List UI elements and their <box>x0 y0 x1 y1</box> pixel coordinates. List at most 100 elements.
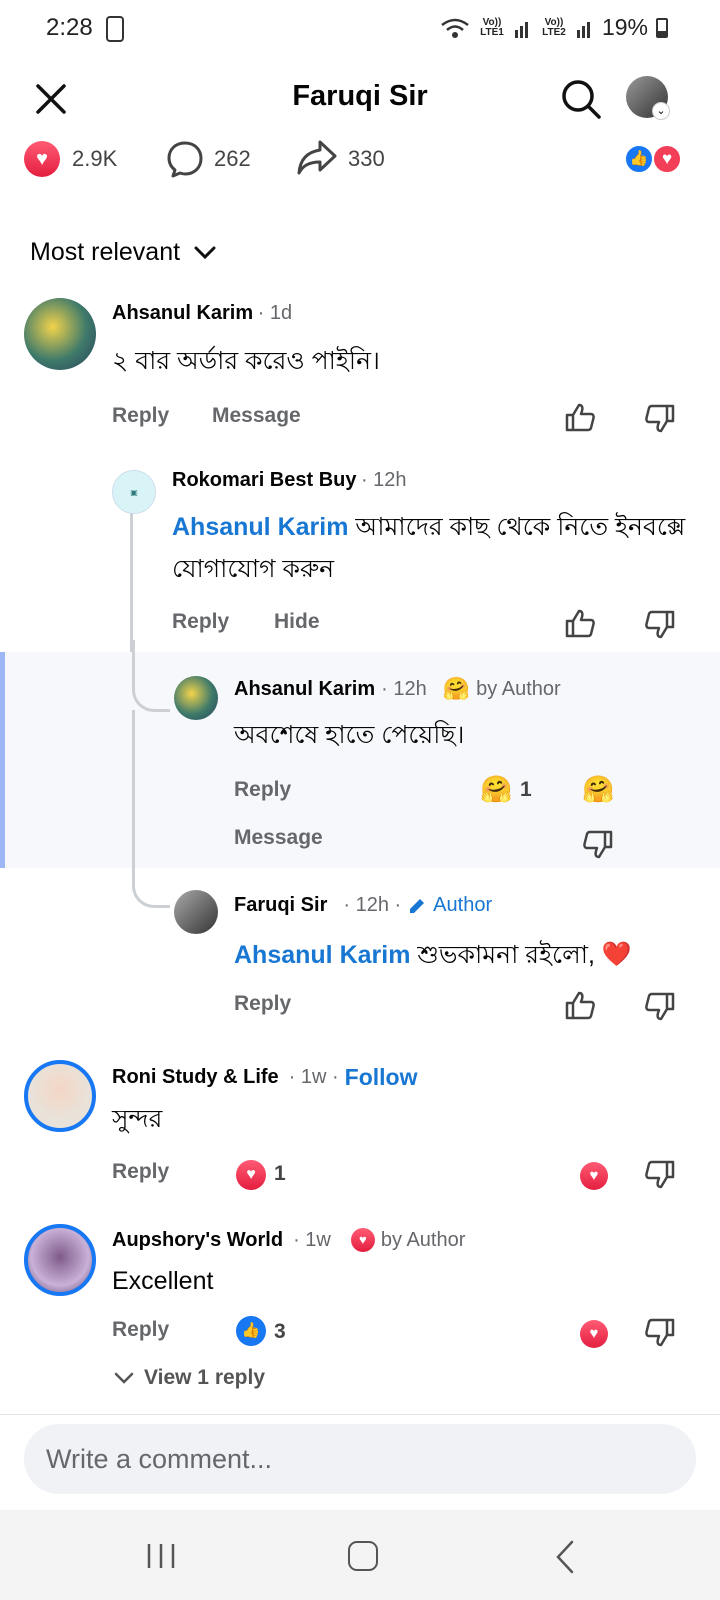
page-title: Faruqi Sir <box>292 80 428 112</box>
comment-body: শুভকামনা রইলো, <box>410 941 602 969</box>
comment-time: · 1w · <box>288 1066 339 1088</box>
avatar[interactable] <box>24 298 96 370</box>
comment-time: · 12h <box>381 677 427 700</box>
comment-author[interactable]: Ahsanul Karim <box>234 678 375 701</box>
divider <box>0 1414 720 1415</box>
author-badge: Author <box>433 894 493 916</box>
comment-header: Roni Study & Life · 1w · Follow <box>112 1064 418 1091</box>
avatar[interactable] <box>174 676 218 720</box>
avatar[interactable] <box>174 890 218 934</box>
battery-percent: 19% <box>601 14 648 40</box>
comment-text: অবশেষে হাতে পেয়েছি। <box>234 721 465 749</box>
reaction-count[interactable]: 1 <box>274 1162 286 1186</box>
thread-connector <box>132 710 170 908</box>
chevron-down-icon <box>194 246 216 259</box>
avatar[interactable] <box>24 1060 96 1132</box>
search-icon[interactable] <box>560 78 602 120</box>
care-emoji-icon: 🤗 <box>442 676 471 701</box>
reaction-count[interactable]: 3 <box>274 1320 286 1344</box>
view-replies-button[interactable]: View 1 reply <box>114 1366 265 1390</box>
comment-author[interactable]: Roni Study & Life <box>112 1066 279 1089</box>
share-icon[interactable] <box>296 138 338 178</box>
reply-button[interactable]: Reply <box>112 1318 169 1342</box>
like-reaction-icon[interactable]: 👍 <box>624 144 654 174</box>
reaction-count[interactable]: 1 <box>520 778 532 802</box>
home-icon[interactable] <box>348 1541 378 1571</box>
view-replies-label: View 1 reply <box>144 1366 266 1389</box>
comment-text: Ahsanul Karim শুভকামনা রইলো, ❤️ <box>234 934 694 976</box>
reply-button[interactable]: Reply <box>112 1160 169 1184</box>
dislike-icon[interactable] <box>644 992 676 1022</box>
comment-time: · 1w <box>293 1228 331 1251</box>
dislike-icon[interactable] <box>644 1160 676 1190</box>
like-count[interactable]: 2.9K <box>72 146 117 172</box>
status-right: Vo)) LTE1 Vo)) LTE2 19% <box>440 14 668 41</box>
back-icon[interactable] <box>554 1540 576 1574</box>
dislike-icon[interactable] <box>644 610 676 640</box>
follow-button[interactable]: Follow <box>345 1064 418 1091</box>
chevron-down-icon[interactable]: ⌄ <box>652 102 670 120</box>
heart-icon[interactable]: ♥ <box>24 141 60 177</box>
author-badge: by Author <box>476 677 561 700</box>
heart-icon[interactable]: ♥ <box>580 1320 608 1348</box>
recent-apps-icon[interactable] <box>146 1542 176 1570</box>
comment-author[interactable]: Faruqi Sir <box>234 894 327 917</box>
comment-text: ২ বার অর্ডার করেও পাইনি। <box>112 347 380 375</box>
comment-header: Ahsanul Karim · 12h 🤗 by Author <box>234 676 561 702</box>
lte1-label: Vo)) LTE1 <box>480 16 504 38</box>
comment-header: Aupshory's World · 1w ♥ by Author <box>112 1228 465 1252</box>
comment-count[interactable]: 262 <box>214 146 251 172</box>
like-reaction-icon[interactable]: 👍 <box>236 1316 266 1346</box>
like-icon[interactable] <box>564 990 596 1020</box>
heart-icon[interactable]: ♥ <box>236 1160 266 1190</box>
share-count[interactable]: 330 <box>348 146 385 172</box>
comment-header: Faruqi Sir · 12h · Author <box>234 894 492 917</box>
dislike-icon[interactable] <box>644 404 676 434</box>
lte2-label: Vo)) LTE2 <box>542 16 566 38</box>
like-icon[interactable] <box>564 402 596 432</box>
love-reaction-icon[interactable]: ♥ <box>652 144 682 174</box>
comment-author[interactable]: Rokomari Best Buy <box>172 469 357 491</box>
heart-icon: ♥ <box>350 1228 375 1252</box>
comment-text: Ahsanul Karim আমাদের কাছ থেকে নিতে ইনবক্… <box>172 506 692 590</box>
care-emoji-icon[interactable]: 🤗 <box>582 774 614 805</box>
mention-link[interactable]: Ahsanul Karim <box>234 934 410 976</box>
reply-button[interactable]: Reply <box>112 404 169 428</box>
avatar[interactable] <box>24 1224 96 1296</box>
comment-input[interactable]: Write a comment... <box>24 1424 696 1494</box>
dislike-icon[interactable] <box>644 1318 676 1348</box>
comment-author[interactable]: Ahsanul Karim <box>112 302 253 324</box>
comment-header: Rokomari Best Buy · 12h <box>172 469 407 492</box>
comment-text: সুন্দর <box>112 1105 163 1133</box>
reply-button[interactable]: Reply <box>172 610 229 634</box>
screenshot-notification-icon <box>106 16 124 42</box>
message-button[interactable]: Message <box>212 404 301 428</box>
wifi-icon <box>441 18 469 38</box>
thread-connector <box>132 640 170 712</box>
reply-button[interactable]: Reply <box>234 778 291 802</box>
comment-time: · 12h · <box>343 894 402 916</box>
heart-emoji-icon: ❤️ <box>601 941 632 968</box>
reply-button[interactable]: Reply <box>234 992 291 1016</box>
comment-icon[interactable] <box>166 140 204 178</box>
comment-text: Excellent <box>112 1267 214 1295</box>
sort-label: Most relevant <box>30 238 181 266</box>
mention-link[interactable]: Ahsanul Karim <box>172 513 348 541</box>
care-emoji-icon[interactable]: 🤗 <box>480 774 512 805</box>
hide-button[interactable]: Hide <box>274 610 320 634</box>
chevron-down-icon <box>114 1372 134 1384</box>
dislike-icon[interactable] <box>582 830 614 860</box>
pencil-icon <box>410 898 425 913</box>
comment-header: Ahsanul Karim · 1d <box>112 302 292 325</box>
heart-icon[interactable]: ♥ <box>580 1162 608 1190</box>
battery-icon <box>656 17 668 38</box>
message-button[interactable]: Message <box>234 826 323 850</box>
comment-author[interactable]: Aupshory's World <box>112 1229 283 1252</box>
comment-input-placeholder: Write a comment... <box>46 1443 273 1474</box>
sort-dropdown[interactable]: Most relevant <box>30 238 216 267</box>
author-badge: by Author <box>380 1228 466 1251</box>
status-time: 2:28 <box>46 14 93 41</box>
avatar[interactable]: ▣ <box>112 470 156 514</box>
signal-icon <box>576 21 590 38</box>
like-icon[interactable] <box>564 608 596 638</box>
